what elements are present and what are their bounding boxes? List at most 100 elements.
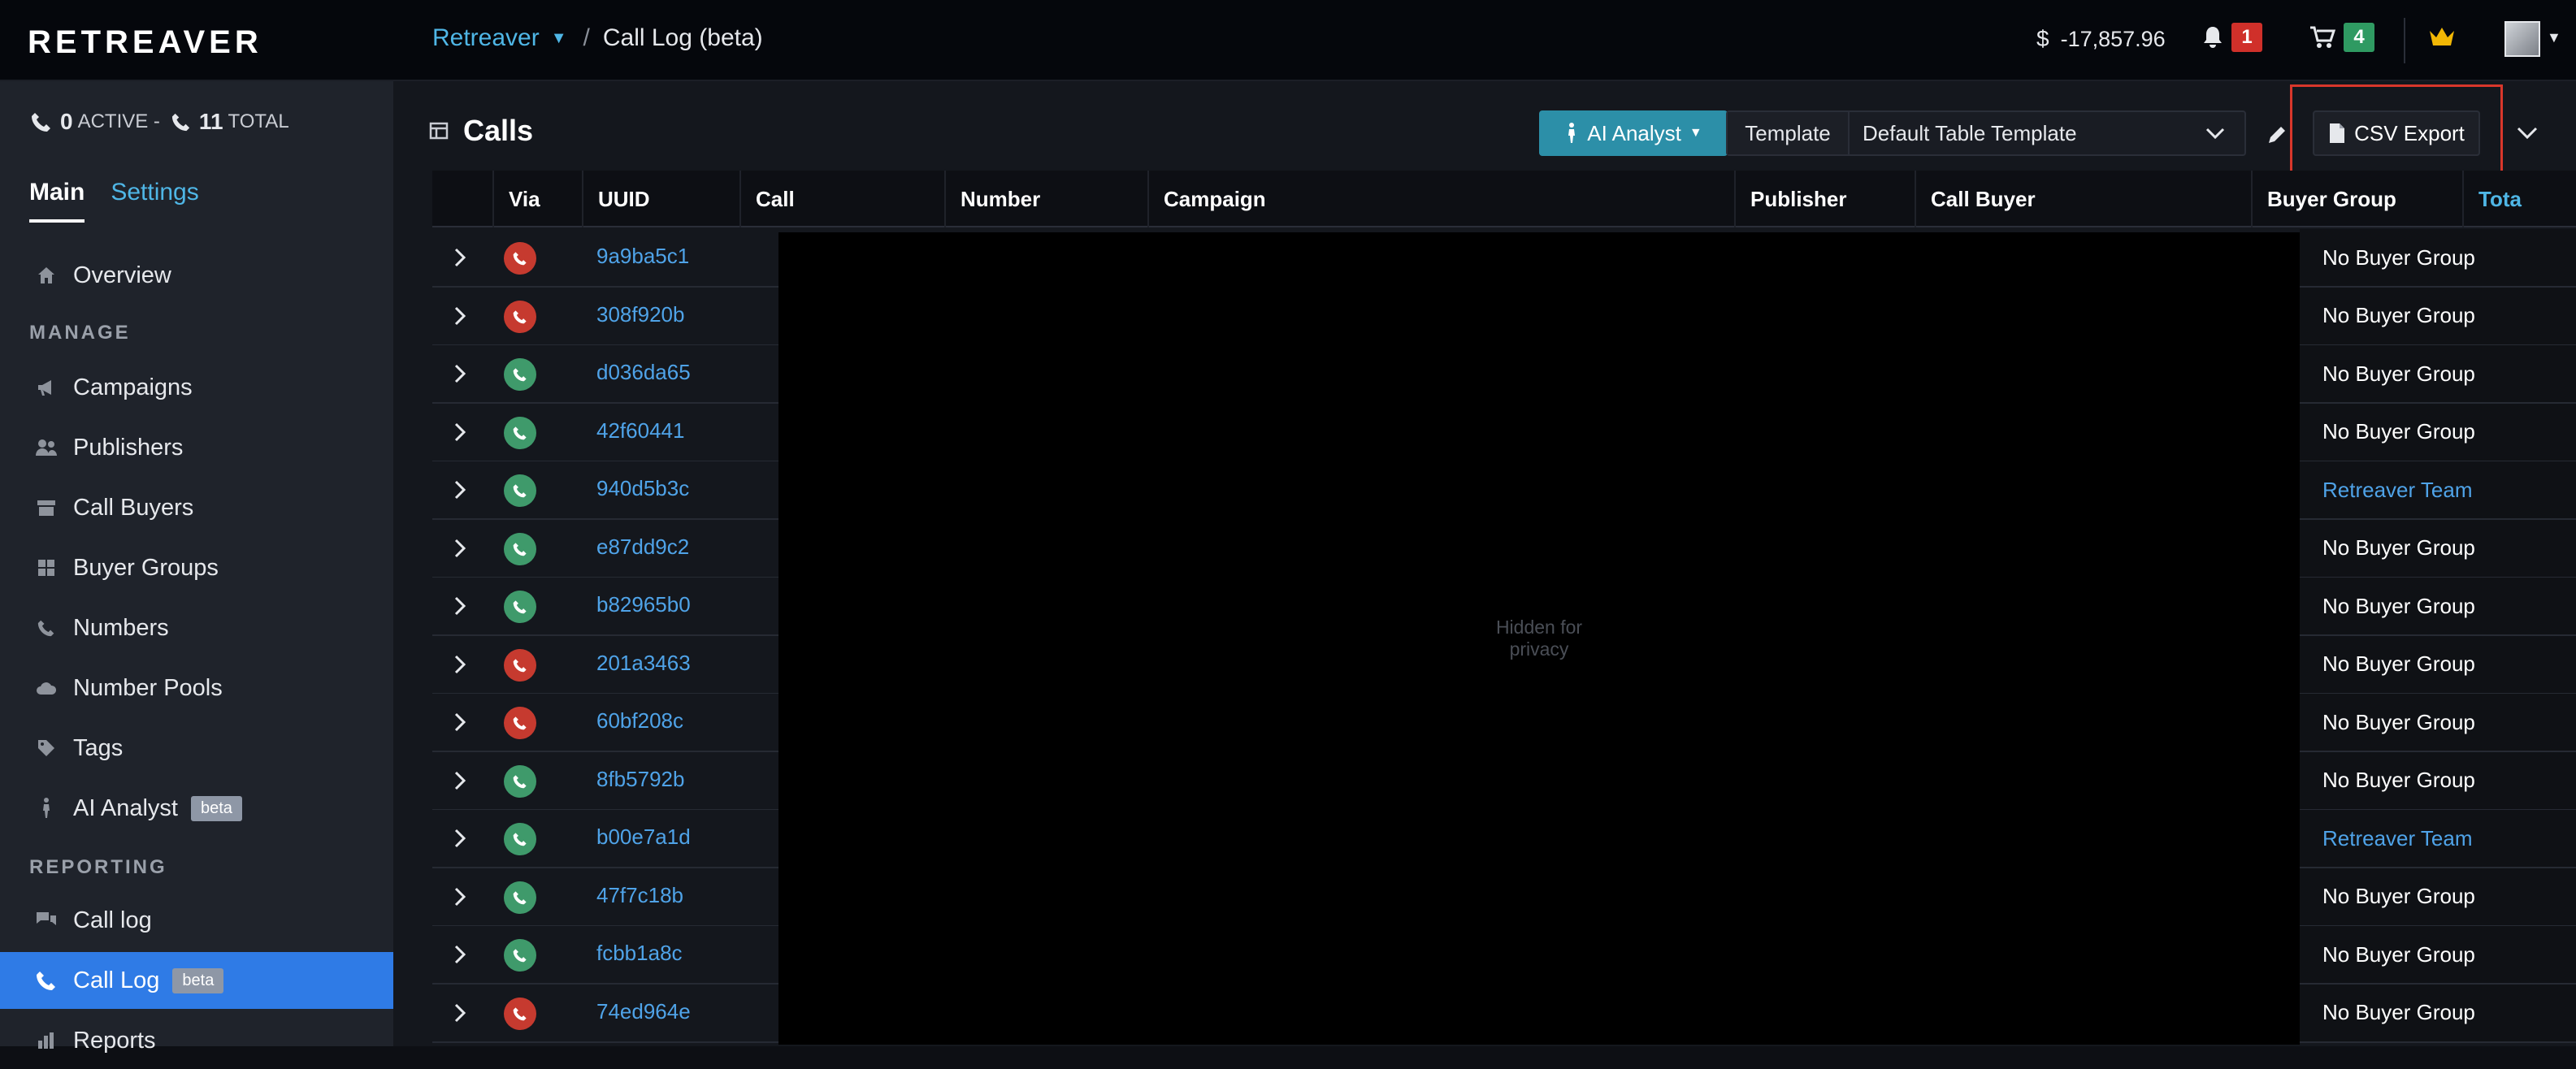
avatar[interactable] [2504,21,2540,57]
sidebar-item-number-pools[interactable]: Number Pools [0,660,393,716]
call-direction-icon [504,591,536,623]
sidebar-item-buyer-groups[interactable]: Buyer Groups [0,539,393,596]
uuid-link[interactable]: 8fb5792b [596,767,684,792]
sidebar-item-call-log[interactable]: Call log [0,892,393,949]
uuid-link[interactable]: 940d5b3c [596,476,689,501]
phone-icon [513,484,527,498]
tab-settings[interactable]: Settings [111,179,198,223]
notifications-button[interactable]: 1 [2202,23,2262,52]
pencil-icon [2269,127,2285,143]
phone-icon [513,658,527,672]
call-direction-icon [504,881,536,914]
column-header-via[interactable]: Via [492,171,582,227]
sidebar-item-campaigns[interactable]: Campaigns [0,359,393,416]
crown-icon[interactable] [2428,24,2456,49]
column-header-expand [432,171,492,227]
buyer-group-cell: No Buyer Group [2300,868,2576,925]
buyer-group-cell[interactable]: Retreaver Team [2300,810,2576,867]
cart-button[interactable]: 4 [2309,23,2374,52]
chevron-down-icon[interactable]: ▼ [551,29,567,48]
chevron-right-icon[interactable] [453,1002,466,1024]
buyer-group-cell: No Buyer Group [2300,229,2576,286]
ai-analyst-label: AI Analyst [1587,120,1681,145]
sidebar-item-call-buyers[interactable]: Call Buyers [0,479,393,536]
chevron-down-icon[interactable]: ▼ [2547,29,2561,46]
toolbar-more-button[interactable] [2504,110,2550,156]
sidebar-item-numbers[interactable]: Numbers [0,599,393,656]
call-direction-icon [504,939,536,972]
chevron-right-icon[interactable] [453,654,466,675]
column-header-number[interactable]: Number [944,171,1147,227]
uuid-link[interactable]: 74ed964e [596,999,691,1024]
chevron-right-icon[interactable] [453,828,466,849]
logo[interactable]: RETREAVER [28,24,262,61]
account-balance[interactable]: $ -17,857.96 [2036,26,2166,52]
sidebar-item-call-log-beta[interactable]: Call Log beta [0,952,393,1009]
cart-icon [2310,26,2335,48]
person-walking-icon [34,796,59,820]
cart-count-badge: 4 [2344,23,2374,52]
chevron-right-icon[interactable] [453,944,466,965]
home-icon [34,263,59,288]
chevron-down-icon [2517,127,2538,140]
chevron-right-icon[interactable] [453,247,466,268]
template-dropdown[interactable]: Default Table Template [1850,112,2244,154]
uuid-link[interactable]: fcbb1a8c [596,941,683,966]
chevron-right-icon[interactable] [453,538,466,559]
uuid-link[interactable]: 201a3463 [596,651,691,676]
uuid-link[interactable]: 42f60441 [596,418,684,444]
chevron-right-icon[interactable] [453,479,466,500]
column-header-publisher[interactable]: Publisher [1734,171,1915,227]
chevron-right-icon[interactable] [453,305,466,327]
uuid-link[interactable]: e87dd9c2 [596,534,689,560]
breadcrumb-root-link[interactable]: Retreaver [432,24,540,52]
ai-analyst-button[interactable]: AI Analyst ▼ [1539,110,1728,156]
grid-icon [34,556,59,580]
active-calls-count: 0 [60,109,73,134]
sidebar-item-ai-analyst[interactable]: AI Analyst beta [0,780,393,837]
column-header-uuid[interactable]: UUID [582,171,739,227]
buyer-group-cell: No Buyer Group [2300,345,2576,402]
privacy-text: Hidden for privacy [1495,617,1583,660]
column-header-total[interactable]: Tota [2462,171,2576,227]
uuid-link[interactable]: 60bf208c [596,708,683,734]
column-header-campaign[interactable]: Campaign [1147,171,1734,227]
uuid-link[interactable]: b82965b0 [596,592,691,617]
column-header-call[interactable]: Call [739,171,944,227]
sidebar-item-label: AI Analyst [73,794,178,821]
breadcrumb: Retreaver ▼ / Call Log (beta) [432,24,763,52]
column-header-buyer-group[interactable]: Buyer Group [2251,171,2462,227]
column-header-call-buyer[interactable]: Call Buyer [1915,171,2251,227]
total-calls-label: TOTAL [228,110,289,132]
chevron-right-icon[interactable] [453,363,466,384]
uuid-link[interactable]: 47f7c18b [596,883,683,908]
sidebar-item-tags[interactable]: Tags [0,720,393,777]
buyer-group-cell: No Buyer Group [2300,287,2576,344]
uuid-link[interactable]: d036da65 [596,360,691,385]
buyer-group-cell: No Buyer Group [2300,751,2576,809]
sidebar-item-reports[interactable]: Reports [0,1012,393,1069]
phone-icon [513,890,527,904]
buyer-group-cell[interactable]: Retreaver Team [2300,461,2576,518]
sidebar-item-label: Numbers [73,614,169,641]
tab-main[interactable]: Main [29,179,85,223]
chevron-right-icon[interactable] [453,595,466,617]
sidebar-item-publishers[interactable]: Publishers [0,419,393,476]
table-icon [429,122,449,140]
phone-icon [513,309,527,323]
uuid-link[interactable]: b00e7a1d [596,824,691,850]
call-direction-icon [504,474,536,507]
chevron-right-icon[interactable] [453,712,466,733]
phone-icon [171,113,190,132]
uuid-link[interactable]: 308f920b [596,302,684,327]
uuid-link[interactable]: 9a9ba5c1 [596,244,689,269]
chevron-right-icon[interactable] [453,886,466,907]
privacy-mask: Hidden for privacy [778,232,2300,1045]
sidebar-item-label: Tags [73,734,124,761]
chevron-right-icon[interactable] [453,422,466,443]
sidebar-item-overview[interactable]: Overview [0,247,393,304]
call-direction-icon [504,648,536,682]
phone-volume-icon [34,968,59,993]
template-selector: Template Default Table Template [1726,110,2246,156]
chevron-right-icon[interactable] [453,770,466,791]
